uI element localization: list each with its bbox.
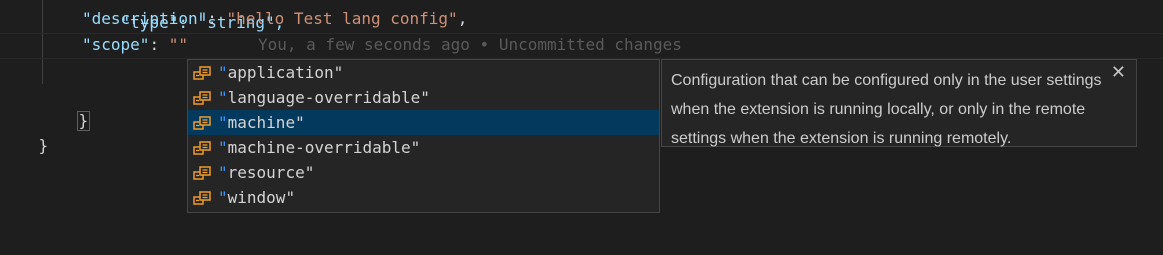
suggest-details-panel: Configuration that can be configured onl… (661, 59, 1137, 147)
description-key: "description" (82, 9, 208, 28)
code-line-outer-brace: } (0, 110, 49, 155)
suggest-item[interactable]: "window" (188, 185, 659, 210)
code-line-inner-brace: } (38, 85, 91, 131)
code-editor[interactable]: "type": "string", "description": "hello … (0, 0, 1163, 255)
details-description: Configuration that can be configured onl… (671, 72, 1102, 147)
enum-member-icon (193, 66, 211, 80)
enum-member-icon (193, 116, 211, 130)
suggest-widget[interactable]: "application" "language-overridable" "ma… (187, 59, 660, 213)
scope-value: "" (168, 35, 188, 54)
enum-member-icon (193, 166, 211, 180)
suggest-item[interactable]: "language-overridable" (188, 85, 659, 110)
enum-member-icon (193, 141, 211, 155)
inline-blame-annotation: You, a few seconds ago • Uncommitted cha… (258, 35, 682, 54)
code-line-scope: "scope": "" (82, 33, 188, 57)
enum-member-icon (193, 91, 211, 105)
suggest-item[interactable]: "resource" (188, 160, 659, 185)
suggest-item-label: "application" (218, 63, 344, 82)
enum-member-icon (193, 191, 211, 205)
suggest-item[interactable]: "machine-overridable" (188, 135, 659, 160)
outer-brace: } (38, 136, 49, 155)
suggest-item-label: "machine-overridable" (218, 138, 421, 157)
matched-bracket: } (76, 111, 91, 131)
close-icon[interactable]: ✕ (1111, 63, 1126, 83)
suggest-item-label: "language-overridable" (218, 88, 430, 107)
description-comma: , (457, 9, 468, 28)
description-colon: : (207, 9, 227, 28)
suggest-item[interactable]: "application" (188, 60, 659, 85)
scope-colon: : (149, 35, 169, 54)
scope-key: "scope" (82, 35, 150, 54)
code-line-description: "description": "hello Test lang config", (82, 7, 467, 31)
suggest-item-selected[interactable]: "machine" (188, 110, 659, 135)
suggest-item-label: "window" (218, 188, 296, 207)
suggest-item-label: "machine" (218, 113, 305, 132)
description-value: "hello Test lang config" (226, 9, 458, 28)
suggest-item-label: "resource" (218, 163, 315, 182)
